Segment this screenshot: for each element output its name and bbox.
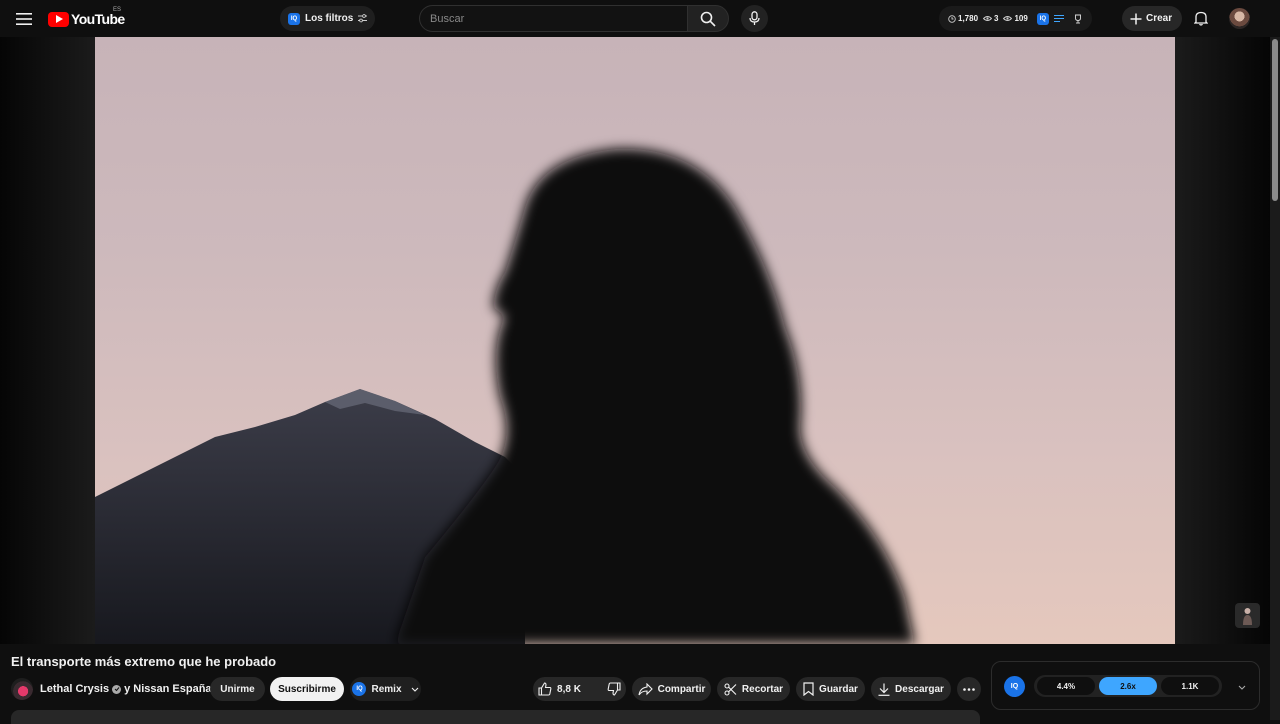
trophy-icon[interactable]: [1073, 14, 1083, 24]
join-button[interactable]: Unirme: [210, 677, 265, 701]
iq-metrics: 4.4% 2.6x 1.1K: [1034, 675, 1222, 697]
plus-icon: [1130, 13, 1142, 24]
sliders-icon: [358, 14, 368, 23]
subscribe-button[interactable]: Suscribirme: [270, 677, 344, 701]
share-icon: [638, 682, 653, 695]
search-bar: [419, 5, 729, 32]
chevron-down-icon: [411, 687, 418, 692]
video-frame: [95, 148, 915, 644]
mini-thumbnail[interactable]: [1235, 603, 1260, 628]
channel-info[interactable]: Lethal Crysis y Nissan España: [11, 677, 212, 701]
thumbs-down-icon: [607, 682, 621, 696]
top-bar: YouTube ES IQ Los filtros 1,780 3 109 IQ: [0, 0, 1280, 37]
channel-avatar[interactable]: [11, 678, 33, 700]
like-dislike-group: 8,8 K: [533, 677, 626, 701]
metric-outlier[interactable]: 2.6x: [1099, 677, 1157, 695]
search-input[interactable]: [419, 5, 687, 32]
chevron-down-icon[interactable]: [1236, 681, 1248, 693]
country-code: ES: [113, 7, 122, 13]
user-avatar[interactable]: [1229, 8, 1250, 29]
create-button[interactable]: Crear: [1122, 6, 1183, 31]
download-icon: [878, 683, 890, 696]
scrollbar-thumb[interactable]: [1272, 39, 1278, 201]
clip-button[interactable]: Recortar: [717, 677, 790, 701]
stat-views: 109: [1003, 14, 1028, 23]
share-button[interactable]: Compartir: [632, 677, 711, 701]
metric-engagement[interactable]: 4.4%: [1037, 677, 1095, 695]
dislike-button[interactable]: [599, 677, 629, 701]
metric-views-per-hour[interactable]: 1.1K: [1161, 677, 1219, 695]
channel-name[interactable]: Lethal Crysis: [40, 683, 109, 695]
menu-icon[interactable]: [12, 7, 36, 31]
save-button[interactable]: Guardar: [796, 677, 865, 701]
microphone-icon: [749, 11, 760, 25]
stat-time: 1,780: [948, 14, 978, 23]
more-actions-button[interactable]: [957, 677, 981, 701]
video-player[interactable]: [95, 37, 1175, 644]
iq-badge: IQ: [1036, 12, 1049, 25]
youtube-logo[interactable]: YouTube ES: [48, 7, 125, 28]
iq-logo-icon[interactable]: IQ: [1004, 676, 1025, 697]
iq-badge: IQ: [288, 12, 300, 25]
remix-button[interactable]: IQ Remix: [350, 677, 421, 701]
stats-pill[interactable]: 1,780 3 109 IQ: [939, 6, 1092, 31]
description-box[interactable]: [11, 710, 980, 724]
list-icon[interactable]: [1053, 14, 1064, 23]
eye-icon: [983, 16, 993, 21]
video-title: El transporte más extremo que he probado: [11, 654, 277, 669]
silhouette-shape: [395, 148, 915, 644]
download-button[interactable]: Descargar: [871, 677, 951, 701]
voice-search-button[interactable]: [741, 5, 768, 32]
play-logo-icon: [48, 11, 69, 27]
like-button[interactable]: 8,8 K: [530, 677, 589, 701]
clock-icon: [948, 14, 956, 23]
bookmark-icon: [803, 682, 814, 696]
more-horizontal-icon: [963, 687, 975, 691]
search-icon: [700, 11, 716, 27]
like-count: 8,8 K: [557, 683, 581, 695]
scissors-icon: [724, 682, 737, 696]
verified-icon: [112, 684, 122, 694]
iq-analytics-panel: IQ 4.4% 2.6x 1.1K: [991, 661, 1260, 710]
logo-wordmark: YouTube: [71, 11, 125, 27]
page-scrollbar[interactable]: [1270, 37, 1280, 720]
thumbs-up-icon: [538, 682, 552, 696]
search-button[interactable]: [687, 5, 729, 32]
filters-button[interactable]: IQ Los filtros: [280, 6, 376, 31]
iq-badge: IQ: [352, 682, 367, 696]
create-label: Crear: [1146, 13, 1173, 24]
person-icon: [1243, 608, 1252, 625]
eye-icon: [1003, 16, 1013, 21]
notifications-button[interactable]: [1191, 8, 1211, 28]
stat-views-small: 3: [983, 14, 998, 23]
filters-label: Los filtros: [305, 13, 354, 24]
bell-icon: [1194, 11, 1208, 26]
collab-channel-name[interactable]: y Nissan España: [124, 683, 211, 695]
